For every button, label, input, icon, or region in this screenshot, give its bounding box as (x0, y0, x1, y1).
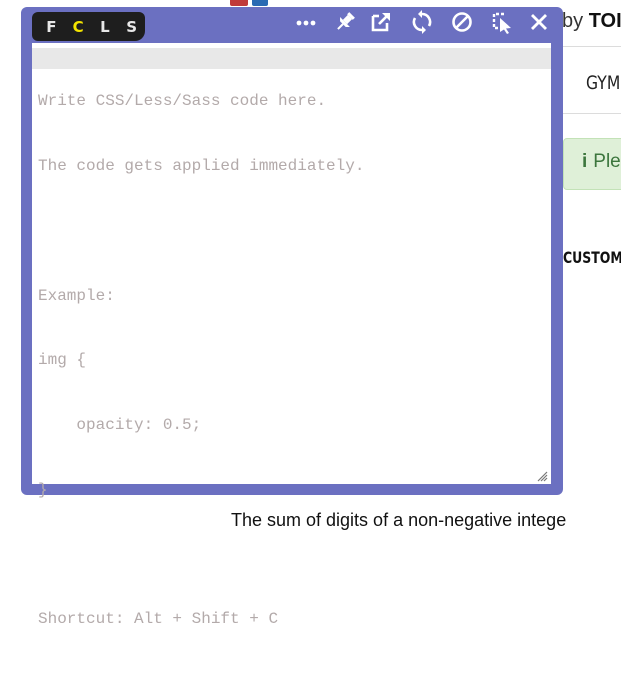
section-label-custom: CUSTOM (563, 248, 621, 267)
placeholder-line (38, 545, 364, 567)
tab-l[interactable]: L (92, 18, 119, 36)
header-divider (563, 46, 621, 47)
placeholder-line: } (38, 480, 48, 499)
open-external-icon[interactable] (368, 9, 394, 35)
byline-name[interactable]: TOI (589, 10, 621, 32)
disable-icon[interactable] (449, 9, 475, 35)
logo-mark-secondary (252, 0, 268, 6)
nav-item-gym[interactable]: GYM (586, 72, 620, 94)
placeholder-line: Write CSS/Less/Sass code here. (38, 92, 327, 111)
tab-s[interactable]: S (118, 18, 145, 36)
tab-f[interactable]: F (38, 18, 65, 36)
editor-placeholder: Write CSS/Less/Sass code here. The code … (38, 48, 364, 674)
close-icon[interactable] (526, 9, 552, 35)
site-byline: by TOI (562, 10, 621, 33)
reload-icon[interactable] (409, 9, 435, 35)
element-picker-icon[interactable] (489, 9, 515, 35)
logo-mark (230, 0, 248, 6)
placeholder-line: Example: (38, 286, 115, 305)
alert-text: Ple (593, 151, 621, 172)
resize-grip-icon[interactable] (536, 469, 548, 482)
language-tabs: F C L S (32, 12, 145, 41)
nav-divider (563, 113, 621, 114)
tab-c[interactable]: C (65, 18, 92, 36)
placeholder-line: The code gets applied immediately. (38, 156, 365, 175)
placeholder-line: Shortcut: Alt + Shift + C (38, 610, 279, 629)
more-icon[interactable] (293, 9, 319, 35)
css-code-editor[interactable]: Write CSS/Less/Sass code here. The code … (32, 43, 551, 628)
site-logo[interactable] (222, 0, 621, 6)
placeholder-line: img { (38, 351, 87, 370)
info-alert: i Ple (563, 138, 621, 190)
info-icon: i (582, 151, 588, 172)
byline-prefix: by (562, 10, 589, 32)
pin-icon[interactable] (332, 9, 358, 35)
placeholder-line: opacity: 0.5; (38, 416, 202, 435)
placeholder-line (38, 221, 364, 243)
